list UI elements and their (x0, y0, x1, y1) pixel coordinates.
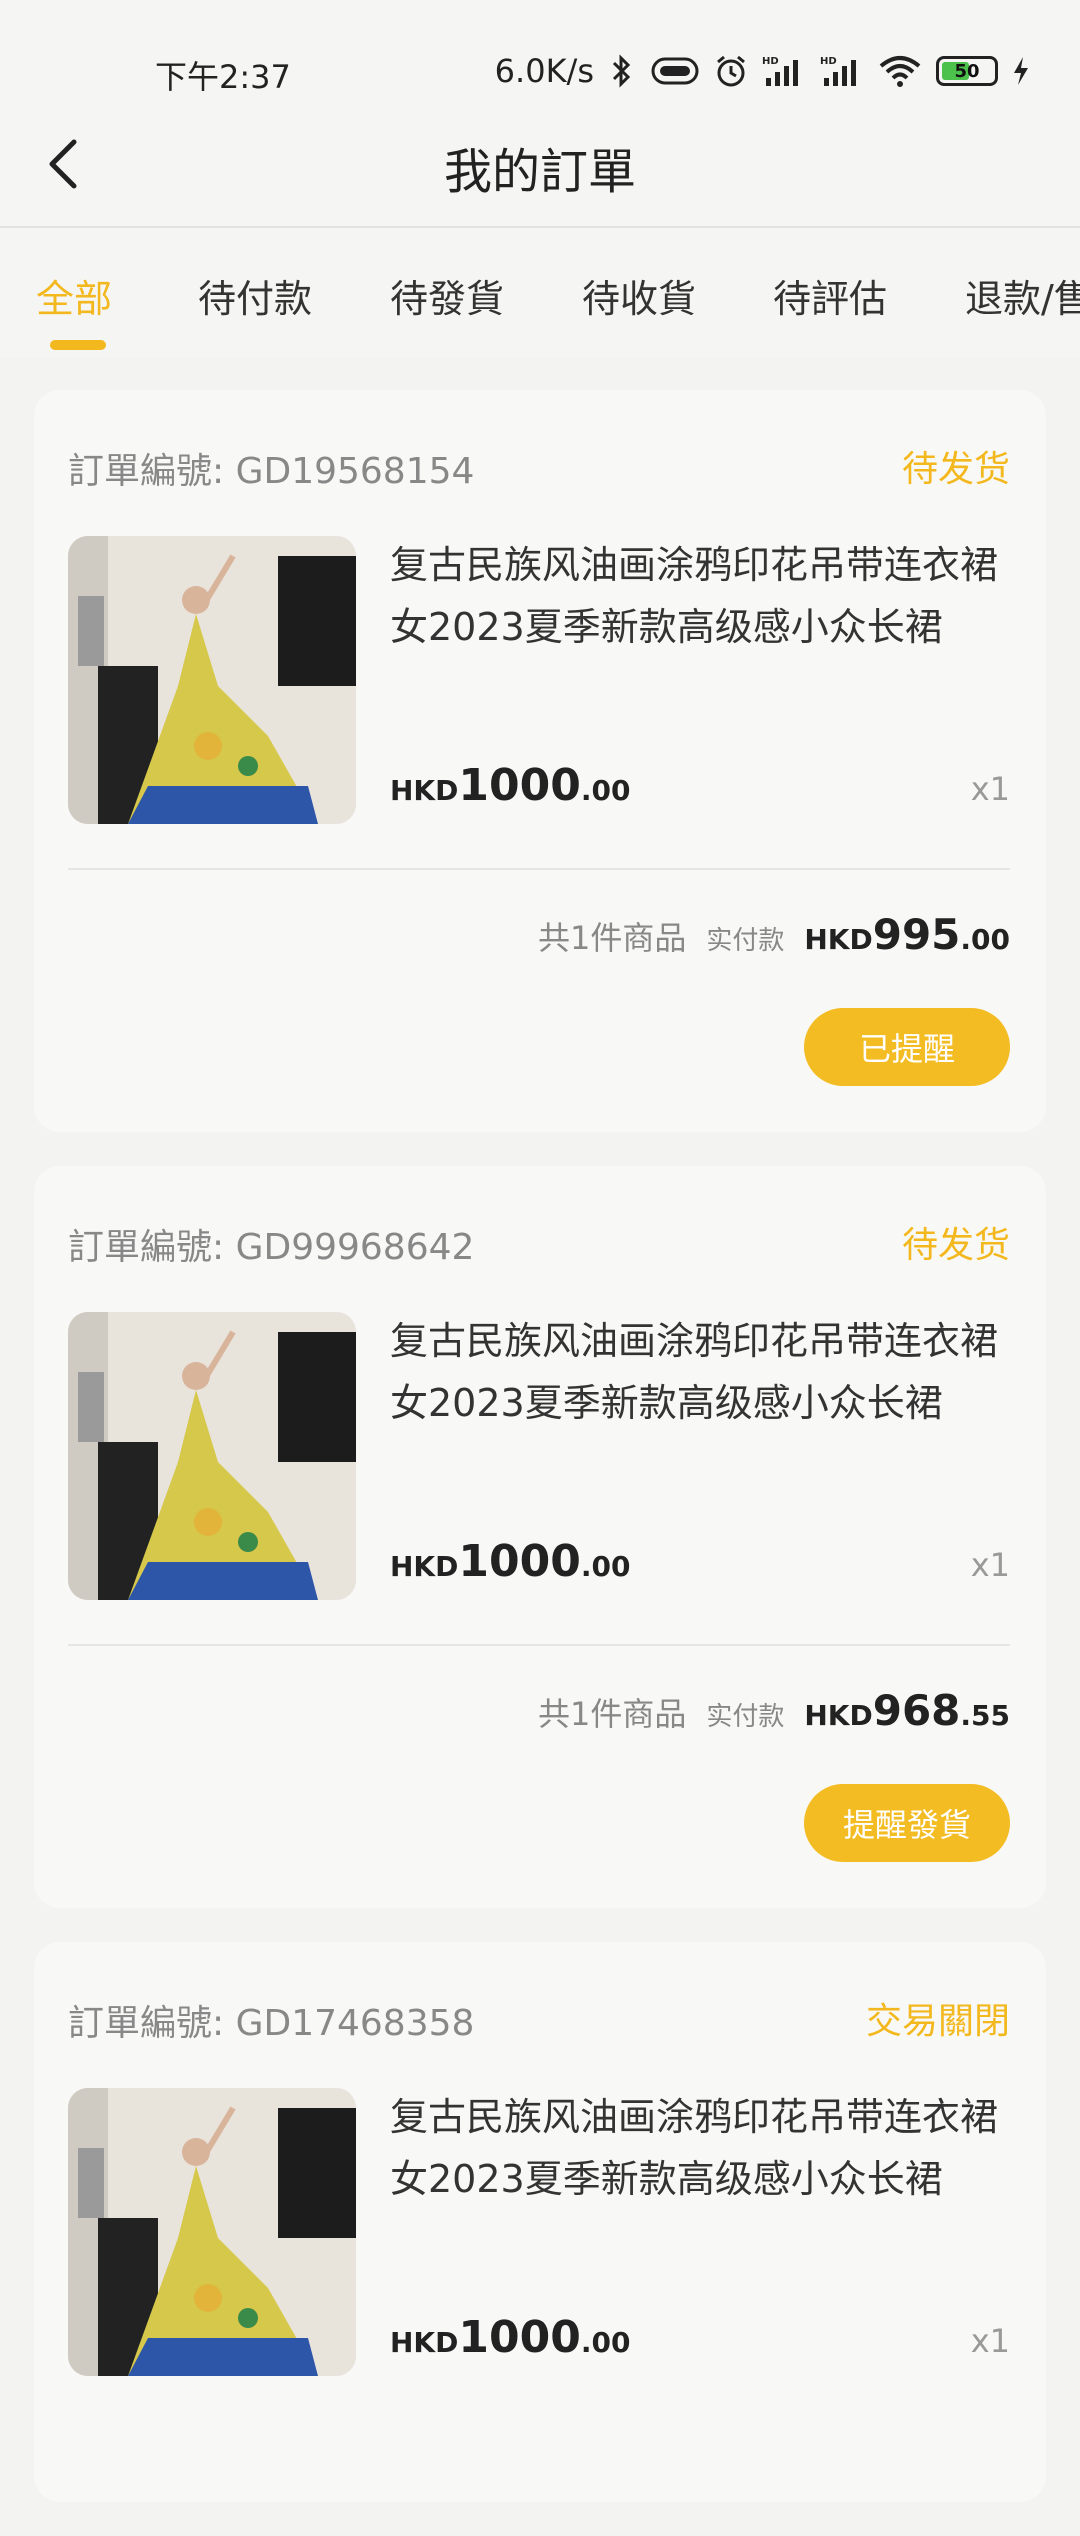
wifi-icon (879, 56, 921, 87)
svg-text:HD: HD (762, 56, 779, 67)
order-card[interactable]: 訂單編號: GD19568154 待发货 复古民族风油画涂鸦印花吊带连衣裙女20… (34, 390, 1046, 1132)
alarm-icon (717, 55, 745, 87)
battery-level: 50 (954, 60, 980, 82)
status-time: 下午2:37 (155, 58, 291, 96)
order-status: 待发货 (901, 449, 1010, 490)
signal-hd-icon-2: HD (820, 56, 856, 86)
product-price: HKD1000.00 (390, 1536, 631, 1587)
product-quantity: x1 (970, 2322, 1010, 2360)
tab-refund-aftersale[interactable]: 退款/售 (965, 268, 1080, 323)
paid-label: 实付款 (706, 1702, 785, 1732)
product-image[interactable] (68, 2088, 356, 2376)
vibrate-icon (651, 57, 699, 85)
active-tab-indicator (50, 340, 106, 350)
signal-hd-icon: HD (762, 56, 798, 86)
order-status: 待发货 (901, 1225, 1010, 1266)
tab-pending-payment[interactable]: 待付款 (198, 268, 312, 323)
order-number: 訂單編號: GD17468358 (68, 2003, 475, 2044)
product-price: HKD1000.00 (390, 760, 631, 811)
order-card[interactable]: 訂單編號: GD99968642 待发货 复古民族风油画涂鸦印花吊带连衣裙女20… (34, 1166, 1046, 1908)
tab-all[interactable]: 全部 (36, 268, 112, 323)
tab-pending-review[interactable]: 待評估 (773, 268, 887, 323)
charging-icon (1014, 57, 1028, 85)
order-number: 訂單編號: GD99968642 (68, 1227, 475, 1268)
order-summary: 共1件商品 实付款 HKD995.00 (538, 910, 1010, 959)
tab-pending-shipment[interactable]: 待發貨 (390, 268, 504, 323)
nav-bar: 我的訂單 (0, 100, 1080, 228)
net-speed: 6.0K/s (494, 52, 594, 90)
status-icons: 6.0K/s HD HD 50 (495, 52, 1030, 90)
tab-pending-receipt[interactable]: 待收貨 (582, 268, 696, 323)
product-image[interactable] (68, 1312, 356, 1600)
product-title[interactable]: 复古民族风油画涂鸦印花吊带连衣裙女2023夏季新款高级感小众长裙 (390, 1310, 1010, 1434)
paid-label: 实付款 (706, 926, 785, 956)
product-quantity: x1 (970, 1546, 1010, 1584)
order-status: 交易關閉 (865, 2001, 1010, 2042)
battery-icon: 50 (936, 56, 998, 86)
product-quantity: x1 (970, 770, 1010, 808)
bluetooth-icon (612, 54, 631, 88)
product-title[interactable]: 复古民族风油画涂鸦印花吊带连衣裙女2023夏季新款高级感小众长裙 (390, 534, 1010, 658)
divider (68, 1644, 1010, 1646)
order-list: 訂單編號: GD19568154 待发货 复古民族风油画涂鸦印花吊带连衣裙女20… (34, 390, 1046, 2536)
product-image[interactable] (68, 536, 356, 824)
product-title[interactable]: 复古民族风油画涂鸦印花吊带连衣裙女2023夏季新款高级感小众长裙 (390, 2086, 1010, 2210)
item-count: 共1件商品 (537, 919, 687, 957)
page-title: 我的訂單 (443, 144, 636, 200)
order-total: HKD995.00 (804, 910, 1010, 959)
divider (68, 868, 1010, 870)
item-count: 共1件商品 (537, 1695, 687, 1733)
product-price: HKD1000.00 (390, 2312, 631, 2363)
order-number: 訂單編號: GD19568154 (68, 451, 475, 492)
order-total: HKD968.55 (804, 1686, 1010, 1735)
order-summary: 共1件商品 实付款 HKD968.55 (538, 1686, 1010, 1735)
remind-shipment-button[interactable]: 提醒發貨 (804, 1784, 1010, 1862)
order-card[interactable]: 訂單編號: GD17468358 交易關閉 复古民族风油画涂鸦印花吊带连衣裙女2… (34, 1942, 1046, 2502)
order-tabs: 全部 待付款 待發貨 待收貨 待評估 退款/售 (0, 228, 1080, 358)
reminded-button[interactable]: 已提醒 (804, 1008, 1010, 1086)
svg-text:HD: HD (820, 56, 837, 67)
